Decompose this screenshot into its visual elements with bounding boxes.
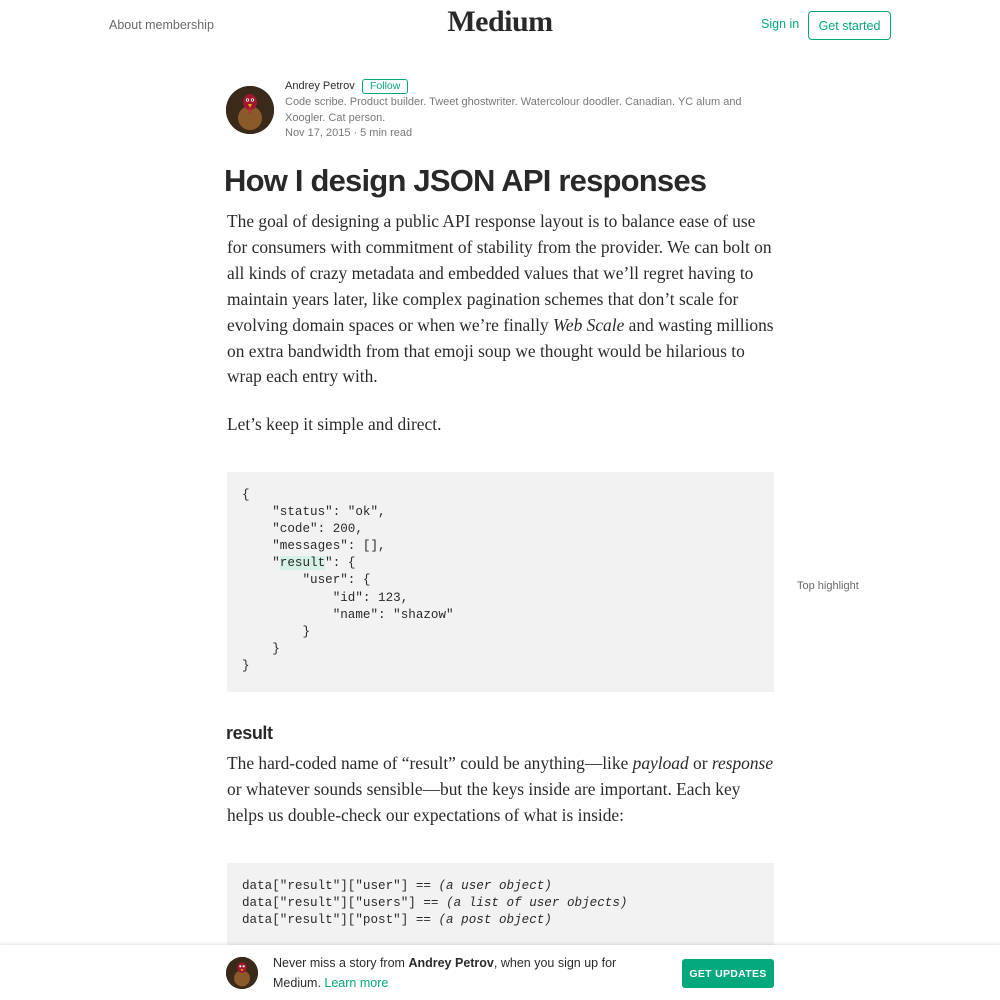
signup-banner: Never miss a story from Andrey Petrov, w… [0, 945, 1000, 1000]
author-name-link[interactable]: Andrey Petrov [285, 80, 355, 92]
code-comment: (a post object) [438, 913, 552, 928]
sign-in-link[interactable]: Sign in [761, 17, 799, 31]
code-fragment: data["result"]["user"] == [242, 879, 439, 893]
get-started-button[interactable]: Get started [808, 11, 891, 40]
code-line: data["result"]["user"] == (a user object… [242, 878, 759, 895]
code-line: data["result"]["post"] == (a post object… [242, 912, 759, 929]
code-line: { [242, 488, 250, 502]
response-emphasis: response [711, 753, 774, 773]
follow-button[interactable]: Follow [362, 79, 409, 94]
code-line: } [242, 624, 311, 639]
get-updates-button[interactable]: GET UPDATES [682, 959, 774, 988]
json-code-block: { "status": "ok", "code": 200, "messages… [227, 472, 774, 692]
intro-paragraph: The goal of designing a public API respo… [227, 209, 777, 390]
code-line: "user": { [242, 573, 371, 588]
code-line: "status": "ok", [242, 505, 386, 520]
section-heading-result: result [226, 723, 273, 743]
code-fragment: data["result"]["post"] == [242, 913, 439, 928]
result-paragraph: The hard-coded name of “result” could be… [227, 751, 777, 829]
code-line: } [242, 658, 250, 673]
top-highlight-label: Top highlight [797, 580, 859, 592]
code-line: } [242, 641, 280, 656]
code-comment: (a user object) [438, 879, 552, 893]
result-text-1: The hard-coded name of “result” could be… [227, 753, 633, 773]
payload-emphasis: payload [632, 753, 689, 773]
banner-message: Never miss a story from Andrey Petrov, w… [273, 954, 643, 993]
article-meta: Nov 17, 2015 · 5 min read [285, 127, 412, 139]
turkey-avatar-icon [226, 86, 274, 134]
code-fragment: ": { [325, 556, 356, 571]
banner-author-avatar[interactable] [226, 957, 258, 989]
code-line-highlighted: "result": { [242, 555, 759, 572]
result-text-2: or [688, 753, 712, 773]
meta-separator: · [353, 127, 358, 139]
code-line: "id": 123, [242, 590, 409, 605]
author-bio: Code scribe. Product builder. Tweet ghos… [285, 96, 742, 124]
code-fragment: " [242, 556, 280, 571]
read-time: 5 min read [360, 127, 413, 139]
code-line: data["result"]["users"] == (a list of us… [242, 895, 759, 912]
intro-emphasis: Web Scale [552, 314, 625, 335]
code-line: "name": "shazow" [242, 607, 454, 622]
simple-direct-paragraph: Let’s keep it simple and direct. [227, 414, 442, 434]
code-comment: (a list of user objects) [446, 896, 628, 911]
author-avatar[interactable] [226, 86, 274, 134]
learn-more-link[interactable]: Learn more [324, 976, 388, 990]
publish-date[interactable]: Nov 17, 2015 [285, 127, 350, 139]
banner-text-1: Never miss a story from [273, 956, 409, 970]
top-nav-bar: About membership Medium Sign in Get star… [0, 0, 1000, 50]
code-line: "messages": [], [242, 539, 386, 554]
code-line: "code": 200, [242, 522, 363, 537]
article-title: How I design JSON API responses [224, 163, 707, 198]
data-access-code-block: data["result"]["user"] == (a user object… [227, 863, 774, 953]
banner-author-name: Andrey Petrov [408, 956, 494, 970]
result-text-3: or whatever sounds sensible—but the keys… [227, 778, 741, 825]
result-highlight[interactable]: result [279, 556, 326, 571]
turkey-avatar-icon [226, 957, 258, 989]
code-fragment: data["result"]["users"] == [242, 896, 447, 911]
